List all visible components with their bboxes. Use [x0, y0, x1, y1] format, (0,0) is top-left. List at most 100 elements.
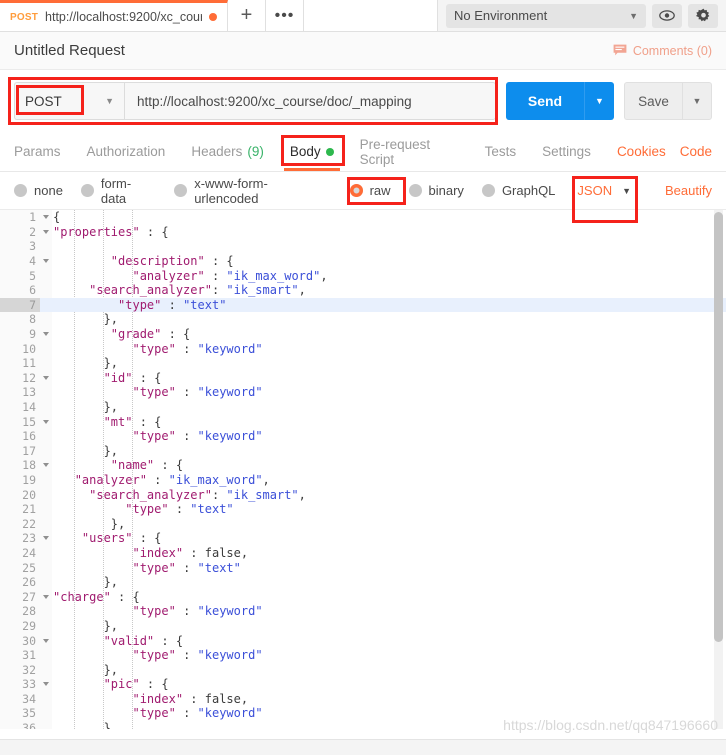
line-number: 5 [0, 268, 40, 283]
line-number: 4 [0, 253, 49, 269]
tab-headers-count: (9) [247, 144, 264, 159]
editor-line[interactable]: 31 "type" : "keyword" [0, 647, 726, 663]
request-tab[interactable]: POST http://localhost:9200/xc_cours… [0, 0, 228, 31]
chevron-down-icon: ▼ [629, 10, 638, 21]
editor-line-text: { [53, 210, 61, 225]
editor-line[interactable]: 8 }, [0, 312, 726, 327]
line-number: 27 [0, 589, 49, 605]
tab-options-button[interactable]: ••• [266, 0, 304, 31]
editor-line[interactable]: 24 "index" : false, [0, 545, 726, 561]
radio-icon [174, 184, 188, 197]
body-type-none[interactable]: none [14, 183, 63, 198]
url-group: POST ▼ http://localhost:9200/xc_course/d… [14, 82, 496, 120]
body-present-dot-icon [325, 147, 334, 156]
editor-line[interactable]: 19 "analyzer" : "ik_max_word", [0, 472, 726, 488]
line-number: 34 [0, 691, 40, 707]
environment-zone: No Environment ▼ [438, 0, 726, 31]
line-number: 12 [0, 370, 49, 386]
tab-settings[interactable]: Settings [542, 132, 591, 171]
tab-pre-request-script[interactable]: Pre-request Script [360, 132, 459, 171]
editor-line[interactable]: 26 }, [0, 574, 726, 590]
cookies-link[interactable]: Cookies [617, 144, 666, 159]
body-type-form-data[interactable]: form-data [80, 176, 156, 206]
code-link[interactable]: Code [680, 144, 712, 159]
editor-line[interactable]: 14 }, [0, 399, 726, 415]
line-number: 1 [0, 210, 49, 225]
url-input[interactable]: http://localhost:9200/xc_course/doc/_map… [124, 82, 496, 120]
comments-button[interactable]: Comments (0) [613, 44, 712, 58]
editor-line[interactable]: 13 "type" : "keyword" [0, 385, 726, 400]
line-number: 26 [0, 574, 40, 590]
editor-line[interactable]: 29 }, [0, 618, 726, 634]
settings-button[interactable] [688, 3, 718, 28]
radio-selected-icon [349, 184, 363, 197]
environment-quick-look-button[interactable] [652, 3, 682, 28]
beautify-button[interactable]: Beautify [665, 183, 712, 198]
editor-line-text: }, [53, 618, 119, 633]
send-options-button[interactable]: ▼ [584, 82, 614, 120]
body-type-urlencoded[interactable]: x-www-form-urlencoded [174, 176, 331, 206]
tab-body[interactable]: Body [283, 132, 340, 171]
line-number: 18 [0, 458, 49, 473]
editor-line[interactable]: 9 "grade" : { [0, 326, 726, 342]
environment-selector[interactable]: No Environment ▼ [446, 3, 646, 28]
body-type-raw[interactable]: raw [349, 183, 391, 198]
editor-line[interactable]: 22 }, [0, 516, 726, 532]
editor-scrollbar-thumb[interactable] [714, 212, 723, 642]
tab-authorization-label: Authorization [86, 144, 166, 159]
editor-line[interactable]: 28 "type" : "keyword" [0, 604, 726, 619]
editor-line-text: }, [53, 312, 119, 327]
body-type-binary[interactable]: binary [408, 183, 464, 198]
body-type-row: none form-data x-www-form-urlencoded raw… [0, 172, 726, 223]
body-format-selector[interactable]: JSON ▼ [577, 183, 631, 198]
line-number: 2 [0, 224, 49, 240]
request-body-editor[interactable]: 1{2 "properties" : {3 4 "description" : {… [0, 210, 726, 729]
editor-line[interactable]: 16 "type" : "keyword" [0, 428, 726, 444]
editor-line-text: "index" : false, [132, 691, 249, 706]
editor-line[interactable]: 7 "type" : "text" [0, 297, 726, 313]
request-tab-method: POST [10, 11, 39, 23]
tab-authorization[interactable]: Authorization [87, 132, 166, 171]
tab-tests-label: Tests [484, 144, 517, 159]
editor-line[interactable]: 20 "search_analyzer": "ik_smart", [0, 487, 726, 502]
editor-line[interactable]: 12 "id" : { [0, 370, 726, 386]
editor-line[interactable]: 10 "type" : "keyword" [0, 341, 726, 356]
new-tab-button[interactable]: + [228, 0, 266, 31]
send-button[interactable]: Send [506, 82, 584, 120]
editor-line[interactable]: 34 "index" : false, [0, 691, 726, 707]
body-type-graphql[interactable]: GraphQL [481, 183, 555, 198]
editor-line-text: "id" : { [103, 370, 162, 385]
http-method-selector[interactable]: POST ▼ [14, 82, 124, 120]
editor-line[interactable]: 4 "description" : { [0, 253, 726, 269]
editor-line[interactable]: 33 "pic" : { [0, 677, 726, 692]
editor-line[interactable]: 27 "charge" : { [0, 589, 726, 605]
editor-line[interactable]: 3 [0, 239, 726, 254]
editor-line-text: "type" : "keyword" [132, 341, 263, 356]
editor-line[interactable]: 18 "name" : { [0, 458, 726, 473]
editor-line-text: "analyzer" : "ik_max_word", [132, 268, 328, 283]
editor-line[interactable]: 1{ [0, 210, 726, 225]
editor-line[interactable]: 6 "search_analyzer": "ik_smart", [0, 282, 726, 298]
tab-tests[interactable]: Tests [485, 132, 517, 171]
editor-line[interactable]: 15 "mt" : { [0, 414, 726, 429]
line-number: 22 [0, 516, 40, 532]
tab-headers[interactable]: Headers (9) [191, 132, 264, 171]
editor-line[interactable]: 21 "type" : "text" [0, 501, 726, 517]
tab-params[interactable]: Params [14, 132, 61, 171]
editor-line[interactable]: 32 }, [0, 662, 726, 677]
save-options-button[interactable]: ▼ [682, 82, 712, 120]
line-number: 33 [0, 677, 49, 692]
editor-line[interactable]: 2 "properties" : { [0, 224, 726, 240]
editor-line[interactable]: 23 "users" : { [0, 531, 726, 546]
editor-line[interactable]: 17 }, [0, 443, 726, 459]
tab-settings-label: Settings [542, 144, 591, 159]
editor-line-text: "index" : false, [132, 545, 249, 560]
editor-line[interactable]: 5 "analyzer" : "ik_max_word", [0, 268, 726, 283]
editor-line[interactable]: 11 }, [0, 355, 726, 371]
tab-bar: POST http://localhost:9200/xc_cours… + •… [0, 0, 726, 32]
editor-line[interactable]: 25 "type" : "text" [0, 560, 726, 575]
editor-line[interactable]: 30 "valid" : { [0, 633, 726, 648]
save-button[interactable]: Save [624, 82, 682, 120]
line-number: 35 [0, 706, 40, 721]
editor-line-text: "pic" : { [103, 677, 169, 692]
